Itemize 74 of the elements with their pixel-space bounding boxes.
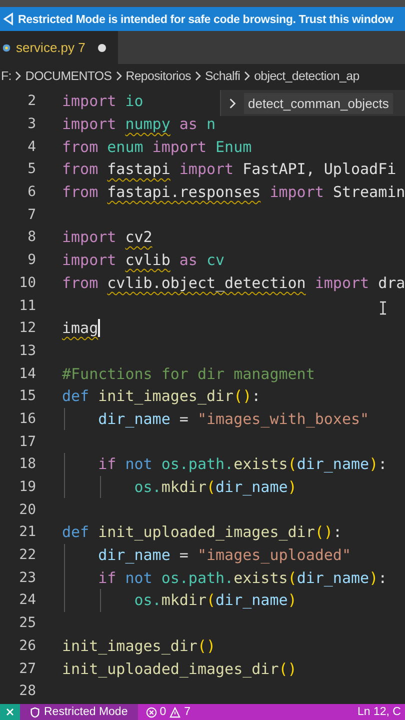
line-number: 26 — [18, 638, 36, 654]
restricted-mode-button[interactable]: Restricted Mode — [20, 704, 138, 720]
code-line: from fastapi.responses import Streamin — [62, 183, 405, 202]
banner-text: Restricted Mode is intended for safe code browsing. Trust this window — [18, 12, 394, 26]
line-number: 12 — [18, 320, 36, 336]
line-number: 28 — [18, 683, 36, 700]
breadcrumb-item[interactable]: Schalfi — [204, 69, 240, 83]
code-line: dir_name = "images_uploaded" — [97, 546, 351, 564]
line-number: 2 — [26, 93, 36, 110]
chevron-icon — [229, 98, 236, 108]
line-number: 14 — [18, 366, 36, 382]
code-line: os.mkdir(dir_name) — [133, 478, 297, 496]
line-number: 20 — [18, 502, 36, 518]
code-line: def init_uploaded_images_dir(): — [62, 523, 342, 542]
breadcrumb-item[interactable]: F: — [1, 69, 12, 83]
line-number: 4 — [26, 138, 36, 155]
line-number: 3 — [26, 116, 36, 132]
code-line: import cv2 — [62, 228, 152, 246]
line-number: 27 — [18, 660, 36, 677]
chevron-icon — [194, 71, 201, 81]
breadcrumb-item[interactable]: DOCUMENTOS — [25, 69, 112, 83]
code-line: def init_images_dir(): — [62, 387, 261, 406]
code-line: from fastapi import FastAPI, UploadFi — [62, 160, 396, 178]
line-number: 22 — [18, 547, 36, 564]
line-number: 16 — [18, 410, 36, 427]
shield-icon — [30, 706, 40, 718]
chevron-icon — [116, 71, 122, 81]
cursor-position[interactable]: Ln 12, C — [358, 706, 405, 718]
line-number: 18 — [18, 456, 36, 472]
code-line: dir_name = "images_with_boxes" — [97, 410, 370, 428]
sticky-scroll-popup[interactable]: detect_comman_objects — [220, 90, 405, 116]
error-icon — [146, 706, 157, 718]
line-number: 11 — [18, 298, 36, 314]
line-number: 9 — [26, 252, 36, 268]
code-line: import io — [62, 92, 144, 110]
line-number: 13 — [18, 342, 36, 359]
code-line: imag — [62, 319, 98, 338]
breadcrumb-item[interactable]: object_detection_ap — [254, 69, 360, 83]
code-line: #Functions for dir managment — [62, 364, 315, 383]
code-line: import numpy as n — [62, 115, 216, 134]
line-number: 6 — [26, 184, 36, 200]
breadcrumb-item[interactable]: Repositorios — [126, 69, 191, 83]
code-line: init_images_dir() — [62, 636, 216, 655]
function-name: detect_comman_objects — [244, 92, 393, 114]
line-number: 19 — [18, 479, 36, 496]
remote-icon — [6, 708, 14, 716]
editor-tab[interactable]: service.py 7 — [0, 31, 118, 64]
line-number: 5 — [26, 161, 36, 178]
code-line: from cvlib.object_detection import dra — [62, 274, 405, 292]
warning-icon — [169, 706, 182, 718]
chevron-icon — [244, 71, 250, 81]
python-file-icon — [2, 42, 11, 52]
line-number: 23 — [18, 570, 36, 586]
code-line: import cvlib as cv — [62, 251, 225, 270]
line-number: 21 — [18, 524, 36, 540]
code-line: if not os.path.exists(dir_name): — [97, 568, 388, 587]
line-number: 7 — [26, 206, 36, 223]
mouse-cursor-icon — [379, 301, 387, 315]
code-line: if not os.path.exists(dir_name): — [97, 455, 388, 474]
line-number: 15 — [18, 388, 36, 404]
line-number: 8 — [26, 229, 36, 246]
problems-button[interactable]: 0 7 — [138, 706, 199, 718]
warning-count: 7 — [184, 706, 191, 718]
line-number: 10 — [18, 274, 36, 291]
code-line: from enum import Enum — [62, 138, 252, 156]
code-line: os.mkdir(dir_name) — [133, 591, 297, 610]
line-number: 17 — [18, 434, 36, 450]
remote-button[interactable] — [0, 704, 20, 720]
line-number: 25 — [18, 615, 36, 632]
back-arrow-icon[interactable] — [3, 12, 13, 26]
code-line: init_uploaded_images_dir() — [62, 660, 297, 678]
chevron-icon — [15, 71, 22, 81]
line-number: 24 — [18, 592, 36, 608]
error-count: 0 — [160, 706, 166, 718]
